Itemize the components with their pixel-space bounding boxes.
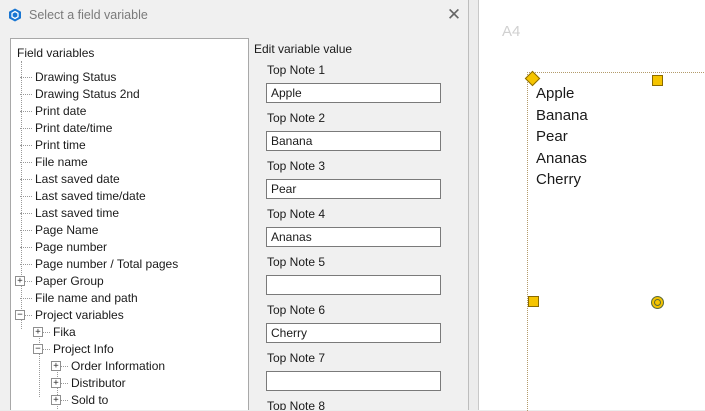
top-note-label: Top Note 1 bbox=[267, 63, 326, 77]
tree-item[interactable]: Page number / Total pages bbox=[35, 257, 178, 271]
expand-icon[interactable]: + bbox=[51, 395, 61, 405]
document-note-text[interactable]: Cherry bbox=[536, 171, 581, 188]
top-note-label: Top Note 6 bbox=[267, 303, 326, 317]
document-note-text[interactable]: Pear bbox=[536, 128, 568, 145]
tree-root-label[interactable]: Field variables bbox=[17, 46, 94, 60]
select-field-variable-dialog: Select a field variable ✕ Field variable… bbox=[0, 0, 469, 410]
top-note-input[interactable] bbox=[266, 371, 441, 391]
close-icon[interactable]: ✕ bbox=[444, 5, 464, 25]
tree-item[interactable]: Project variables bbox=[35, 308, 124, 322]
top-note-input[interactable] bbox=[266, 275, 441, 295]
edit-variable-heading: Edit variable value bbox=[254, 42, 353, 56]
page-size-label: A4 bbox=[502, 23, 521, 40]
top-note-label: Top Note 4 bbox=[267, 207, 326, 221]
top-note-input[interactable] bbox=[266, 227, 441, 247]
collapse-icon[interactable]: − bbox=[15, 310, 25, 320]
tree-item[interactable]: Fika bbox=[53, 325, 76, 339]
top-note-input[interactable] bbox=[266, 131, 441, 151]
tree-item[interactable]: Page number bbox=[35, 240, 107, 254]
tree-item[interactable]: Paper Group bbox=[35, 274, 104, 288]
tree-item[interactable]: Order Information bbox=[71, 359, 165, 373]
tree-item[interactable]: File name bbox=[35, 155, 88, 169]
top-note-label: Top Note 5 bbox=[267, 255, 326, 269]
dialog-titlebar[interactable]: Select a field variable ✕ bbox=[0, 0, 468, 30]
tree-item[interactable]: Drawing Status bbox=[35, 70, 116, 84]
tree-item[interactable]: Last saved date bbox=[35, 172, 120, 186]
tree-item[interactable]: Last saved time/date bbox=[35, 189, 146, 203]
field-variables-tree[interactable]: Field variables Drawing Status Drawing St… bbox=[10, 38, 249, 410]
tree-item[interactable]: Last saved time bbox=[35, 206, 119, 220]
tree-item[interactable]: Print date bbox=[35, 104, 86, 118]
collapse-icon[interactable]: − bbox=[33, 344, 43, 354]
expand-icon[interactable]: + bbox=[51, 378, 61, 388]
document-note-text[interactable]: Banana bbox=[536, 107, 588, 124]
tree-item[interactable]: Sold to bbox=[71, 393, 108, 407]
tree-item[interactable]: File name and path bbox=[35, 291, 138, 305]
hexagon-app-icon bbox=[9, 8, 21, 22]
tree-item[interactable]: Print time bbox=[35, 138, 86, 152]
top-note-label: Top Note 8 bbox=[267, 399, 326, 410]
dialog-title: Select a field variable bbox=[29, 8, 148, 22]
document-note-text[interactable]: Ananas bbox=[536, 150, 587, 167]
tree-item[interactable]: Page Name bbox=[35, 223, 98, 237]
expand-icon[interactable]: + bbox=[15, 276, 25, 286]
resize-handle-top[interactable] bbox=[652, 75, 663, 86]
rotation-handle[interactable] bbox=[651, 296, 664, 309]
tree-item[interactable]: Distributor bbox=[71, 376, 126, 390]
tree-connector bbox=[21, 61, 22, 329]
top-note-label: Top Note 3 bbox=[267, 159, 326, 173]
tree-item[interactable]: Drawing Status 2nd bbox=[35, 87, 140, 101]
tree-item[interactable]: Print date/time bbox=[35, 121, 112, 135]
tree-item[interactable]: Project Info bbox=[53, 342, 114, 356]
top-note-label: Top Note 2 bbox=[267, 111, 326, 125]
document-note-text[interactable]: Apple bbox=[536, 85, 574, 102]
expand-icon[interactable]: + bbox=[51, 361, 61, 371]
top-note-label: Top Note 7 bbox=[267, 351, 326, 365]
top-note-input[interactable] bbox=[266, 83, 441, 103]
top-note-input[interactable] bbox=[266, 179, 441, 199]
resize-handle-left[interactable] bbox=[528, 296, 539, 307]
tree-connector bbox=[39, 329, 40, 397]
top-note-input[interactable] bbox=[266, 323, 441, 343]
expand-icon[interactable]: + bbox=[33, 327, 43, 337]
